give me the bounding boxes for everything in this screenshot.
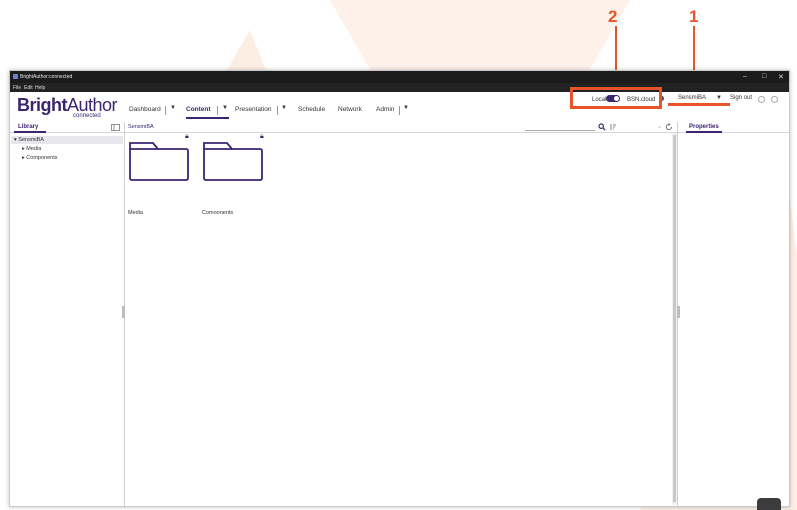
content-pane: SensmiBA ⌄ 🔒︎ Media 🔒︎ Comoonents [125,122,678,508]
nav-separator [399,106,400,115]
folder-media[interactable] [128,140,190,187]
window-title: BrightAuthor:connected [20,74,73,80]
maximize-icon[interactable]: □ [762,73,766,80]
folder-label: Media [128,210,143,216]
annotation-number-1: 1 [689,7,699,26]
nav-separator [277,106,278,115]
help-icon[interactable] [758,96,765,103]
app-window: BrightAuthor:connected – □ ✕ File Edit H… [9,70,791,508]
search-icon[interactable] [598,123,606,131]
account-menu-icon[interactable]: ▼ [716,95,722,101]
right-splitter-handle[interactable] [677,306,680,318]
expand-icon[interactable]: ▸ [22,146,25,152]
nav-network[interactable]: Network [338,106,362,113]
sort-icon[interactable] [609,123,617,131]
app-header: BrightAuthor connected Dashboard ▼ Conte… [10,92,789,122]
tree-item-label: SensmiBA [18,137,44,143]
chat-button[interactable] [757,498,781,510]
title-bar: BrightAuthor:connected – □ ✕ [10,71,789,83]
menu-help[interactable]: Help [35,85,45,91]
search-input[interactable] [525,130,595,131]
expand-icon[interactable]: ▸ [22,155,25,161]
sign-out-link[interactable]: Sign out [730,95,752,101]
library-pane: Library ▾ SensmiBA ▸ Media ▸ Components [10,122,125,508]
tree-item-root[interactable]: ▾ SensmiBA [14,137,44,143]
local-cloud-toggle[interactable] [606,95,620,102]
content-toolbar: SensmiBA ⌄ [125,122,677,133]
logo-subtitle: connected [73,113,101,119]
folder-icon [203,142,263,181]
nav-content[interactable]: Content [186,106,211,113]
annotation-underline-1 [668,103,730,106]
refresh-icon[interactable] [665,123,673,131]
folder-icon [129,142,189,181]
presentation-menu-icon[interactable]: ▼ [281,105,287,111]
lock-icon: 🔒︎ [185,133,189,140]
properties-header: Properties [678,122,791,133]
menu-edit[interactable]: Edit [24,85,33,91]
tree-item-label: Components [26,155,58,161]
properties-pane: Properties [678,122,791,508]
account-name[interactable]: SensmiBA [678,95,706,101]
folder-label: Comoonents [202,210,234,216]
logo-thin: Author [67,95,118,115]
tree-item-components[interactable]: ▸ Components [22,155,57,161]
breadcrumb[interactable]: SensmiBA [128,124,154,130]
nav-content-label: Content [186,106,211,113]
library-title: Library [18,124,39,130]
minimize-icon[interactable]: – [743,73,747,80]
collapse-panel-icon[interactable] [111,124,120,131]
lock-icon: 🔒︎ [260,133,264,140]
folder-components[interactable] [202,140,264,187]
properties-title: Properties [689,124,719,130]
nav-separator [165,106,166,115]
annotation-number-2: 2 [608,7,618,26]
tree-item-label: Media [26,146,42,152]
settings-icon[interactable] [771,96,778,103]
menu-bar: File Edit Help [10,83,789,92]
library-underline [14,131,46,133]
tree-item-media[interactable]: ▸ Media [22,146,41,152]
nav-dashboard[interactable]: Dashboard [129,106,161,113]
menu-file[interactable]: File [13,85,21,91]
admin-menu-icon[interactable]: ▼ [403,105,409,111]
view-dropdown-icon[interactable]: ⌄ [657,123,662,130]
nav-admin[interactable]: Admin [376,106,394,113]
nav-presentation[interactable]: Presentation [235,106,272,113]
logo-bold: Bright [17,95,68,115]
content-menu-icon[interactable]: ▼ [222,105,228,111]
scrollbar-thumb[interactable] [673,135,676,502]
expand-icon[interactable]: ▾ [14,137,17,143]
left-splitter-handle[interactable] [122,306,125,318]
nav-schedule[interactable]: Schedule [298,106,325,113]
nav-separator [217,106,218,115]
close-icon[interactable]: ✕ [778,73,784,81]
properties-underline [686,131,722,133]
library-header: Library [10,122,124,133]
logo: BrightAuthor [17,95,118,116]
dashboard-menu-icon[interactable]: ▼ [170,105,176,111]
active-tab-underline [186,117,229,119]
app-icon [13,74,18,79]
